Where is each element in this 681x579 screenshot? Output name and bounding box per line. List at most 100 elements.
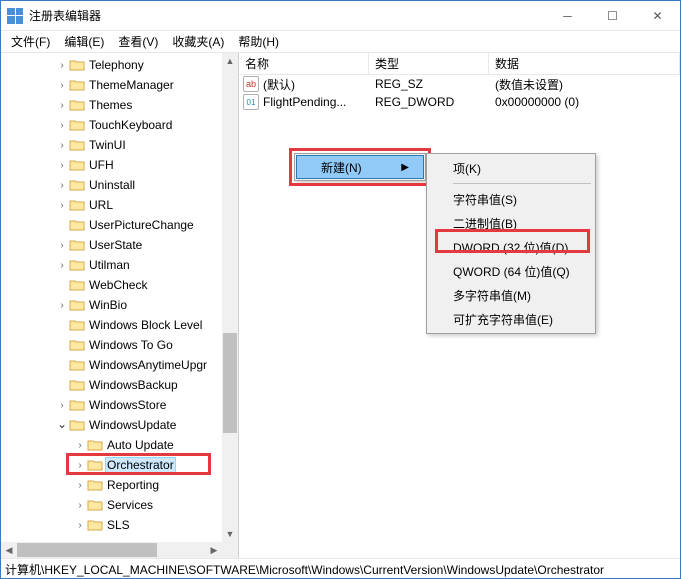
- titlebar: 注册表编辑器 ─ ☐ ✕: [1, 1, 680, 31]
- tree-item[interactable]: ›SLS: [1, 515, 238, 535]
- folder-icon: [69, 78, 85, 92]
- menu-help[interactable]: 帮助(H): [232, 31, 285, 52]
- tree-item[interactable]: › URL: [1, 195, 238, 215]
- minimize-button[interactable]: ─: [545, 1, 590, 31]
- menu-edit[interactable]: 编辑(E): [58, 31, 110, 52]
- value-data: 0x00000000 (0): [489, 92, 680, 112]
- tree-item[interactable]: ›TouchKeyboard: [1, 115, 238, 135]
- tree-item[interactable]: ›Orchestrator: [1, 455, 238, 475]
- folder-icon: [69, 298, 85, 312]
- tree-item-label: WindowsAnytimeUpgr: [87, 357, 209, 373]
- tree-item[interactable]: ›UFH: [1, 155, 238, 175]
- folder-icon: [69, 378, 85, 392]
- tree-item-label: Auto Update: [105, 437, 176, 453]
- list-panel: 名称 类型 数据 ab(默认)REG_SZ(数值未设置)01FlightPend…: [239, 53, 680, 558]
- expand-icon[interactable]: ›: [55, 60, 69, 71]
- expand-icon[interactable]: ›: [73, 460, 87, 471]
- folder-icon: [69, 158, 85, 172]
- tree-vscroll-thumb[interactable]: [223, 333, 237, 433]
- expand-icon[interactable]: ›: [55, 400, 69, 411]
- tree-item[interactable]: ›Windows Block Level: [1, 315, 238, 335]
- scroll-right-icon[interactable]: ▶: [206, 542, 222, 558]
- menu-view[interactable]: 查看(V): [112, 31, 164, 52]
- expand-icon[interactable]: ›: [73, 500, 87, 511]
- tree-item[interactable]: ›WinBio: [1, 295, 238, 315]
- menubar: 文件(F) 编辑(E) 查看(V) 收藏夹(A) 帮助(H): [1, 31, 680, 53]
- tree-hscroll-thumb[interactable]: [17, 543, 157, 557]
- submenu-string[interactable]: 字符串值(S): [429, 187, 593, 211]
- tree-item[interactable]: ›UserPictureChange: [1, 215, 238, 235]
- tree-item[interactable]: ›WindowsAnytimeUpgr: [1, 355, 238, 375]
- expand-icon[interactable]: ›: [55, 260, 69, 271]
- folder-icon: [69, 258, 85, 272]
- tree-item[interactable]: › Utilman: [1, 255, 238, 275]
- tree-item[interactable]: ⌄WindowsUpdate: [1, 415, 238, 435]
- context-item-new[interactable]: 新建(N) ▶: [296, 155, 424, 179]
- expand-icon[interactable]: ›: [73, 440, 87, 451]
- tree-item-label: Uninstall: [87, 177, 137, 193]
- expand-icon[interactable]: ⌄: [55, 417, 69, 431]
- menu-file[interactable]: 文件(F): [5, 31, 56, 52]
- submenu-arrow-icon: ▶: [401, 162, 409, 173]
- expand-icon[interactable]: ›: [55, 160, 69, 171]
- tree-item[interactable]: › Uninstall: [1, 175, 238, 195]
- tree-item-label: WindowsStore: [87, 397, 168, 413]
- expand-icon[interactable]: ›: [55, 200, 69, 211]
- tree-hscrollbar[interactable]: ◀ ▶: [1, 542, 222, 558]
- tree-item-label: Telephony: [87, 57, 146, 73]
- expand-icon[interactable]: ›: [55, 120, 69, 131]
- tree-item[interactable]: ›WindowsBackup: [1, 375, 238, 395]
- expand-icon[interactable]: ›: [73, 520, 87, 531]
- tree-item[interactable]: ›ThemeManager: [1, 75, 238, 95]
- col-type[interactable]: 类型: [369, 52, 489, 75]
- scroll-down-icon[interactable]: ▼: [222, 526, 238, 542]
- submenu-qword[interactable]: QWORD (64 位)值(Q): [429, 259, 593, 283]
- folder-icon: [87, 498, 103, 512]
- submenu-multi[interactable]: 多字符串值(M): [429, 283, 593, 307]
- tree-item-label: Reporting: [105, 477, 161, 493]
- folder-icon: [69, 198, 85, 212]
- folder-icon: [69, 218, 85, 232]
- tree-item[interactable]: › WindowsStore: [1, 395, 238, 415]
- tree-item-label: UserPictureChange: [87, 217, 196, 233]
- expand-icon[interactable]: ›: [55, 240, 69, 251]
- folder-icon: [87, 518, 103, 532]
- tree-item-label: URL: [87, 197, 115, 213]
- tree-item[interactable]: ›Services: [1, 495, 238, 515]
- expand-icon[interactable]: ›: [55, 140, 69, 151]
- submenu-expand[interactable]: 可扩充字符串值(E): [429, 307, 593, 331]
- tree-item[interactable]: ›Windows To Go: [1, 335, 238, 355]
- submenu-key[interactable]: 项(K): [429, 156, 593, 180]
- list-row[interactable]: 01FlightPending...REG_DWORD0x00000000 (0…: [239, 93, 680, 111]
- value-type: REG_SZ: [369, 74, 489, 94]
- folder-icon: [69, 338, 85, 352]
- submenu-dword[interactable]: DWORD (32 位)值(D): [429, 235, 593, 259]
- maximize-button[interactable]: ☐: [590, 1, 635, 31]
- folder-icon: [87, 458, 103, 472]
- expand-icon[interactable]: ›: [55, 100, 69, 111]
- expand-icon[interactable]: ›: [55, 80, 69, 91]
- tree-vscrollbar[interactable]: ▲ ▼: [222, 53, 238, 558]
- folder-icon: [69, 278, 85, 292]
- context-menu-new: 新建(N) ▶: [294, 153, 426, 181]
- folder-icon: [69, 398, 85, 412]
- scroll-up-icon[interactable]: ▲: [222, 53, 238, 69]
- tree-item[interactable]: ›TwinUI: [1, 135, 238, 155]
- scroll-left-icon[interactable]: ◀: [1, 542, 17, 558]
- tree-item-label: UserState: [87, 237, 144, 253]
- tree-item[interactable]: ›Themes: [1, 95, 238, 115]
- tree-item-label: Utilman: [87, 257, 132, 273]
- expand-icon[interactable]: ›: [55, 300, 69, 311]
- tree-item[interactable]: › Auto Update: [1, 435, 238, 455]
- folder-icon: [87, 478, 103, 492]
- tree-item[interactable]: › UserState: [1, 235, 238, 255]
- expand-icon[interactable]: ›: [73, 480, 87, 491]
- tree-item[interactable]: › Telephony: [1, 55, 238, 75]
- menu-favorites[interactable]: 收藏夹(A): [166, 31, 230, 52]
- close-button[interactable]: ✕: [635, 1, 680, 31]
- tree-item[interactable]: ›WebCheck: [1, 275, 238, 295]
- folder-icon: [69, 98, 85, 112]
- expand-icon[interactable]: ›: [55, 180, 69, 191]
- submenu-binary[interactable]: 二进制值(B): [429, 211, 593, 235]
- tree-item[interactable]: › Reporting: [1, 475, 238, 495]
